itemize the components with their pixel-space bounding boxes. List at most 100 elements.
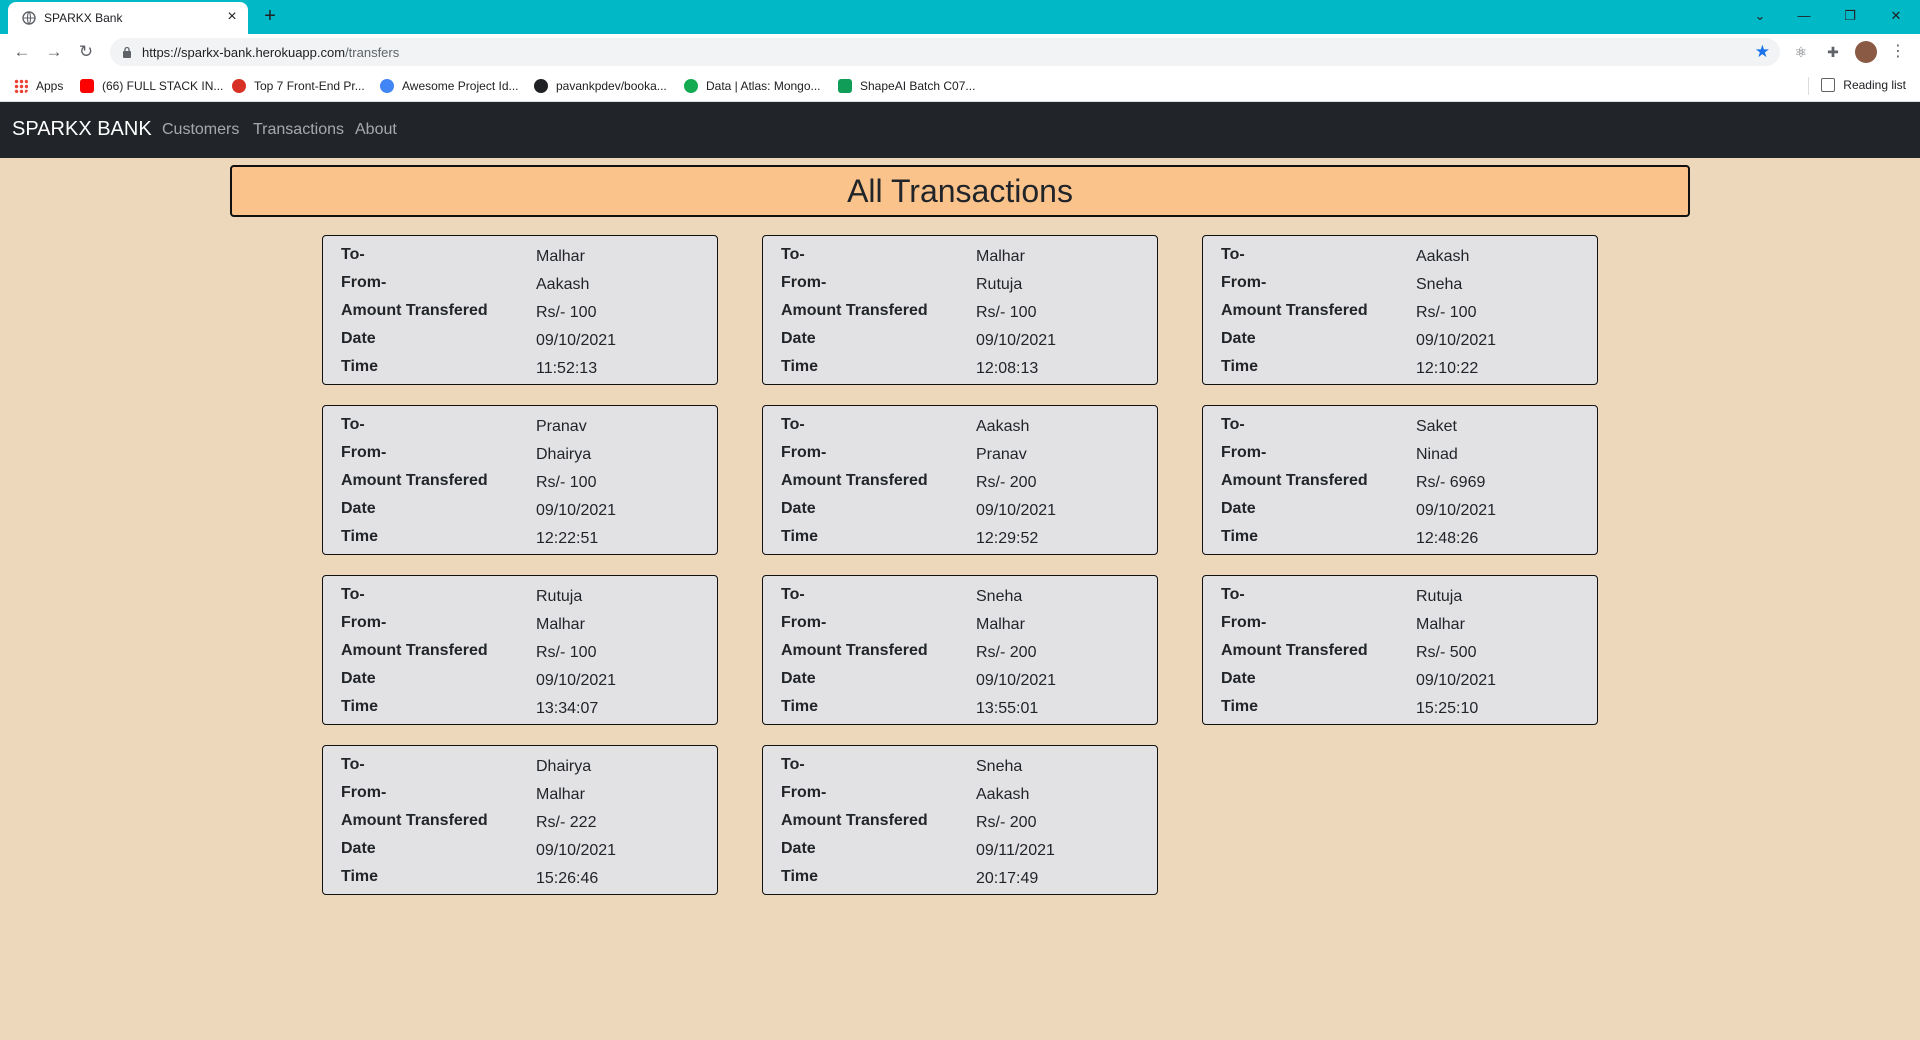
to-value: Aakash: [1416, 248, 1470, 265]
time-label: Time: [781, 698, 819, 715]
time-row: Time 12:29:52: [781, 528, 1151, 556]
nav-link-customers[interactable]: Customers: [162, 121, 239, 139]
time-row: Time 13:55:01: [781, 698, 1151, 726]
from-label: From-: [1221, 614, 1267, 631]
amount-row: Amount Transfered Rs/- 100: [781, 302, 1151, 330]
amount-row: Amount Transfered Rs/- 200: [781, 472, 1151, 500]
from-row: From- Malhar: [1221, 614, 1591, 642]
amount-value: Rs/- 222: [536, 814, 597, 831]
date-label: Date: [341, 500, 376, 517]
from-value: Malhar: [1416, 616, 1465, 633]
bookmark-frontend[interactable]: Top 7 Front-End Pr...: [232, 78, 365, 94]
menu-kebab-icon[interactable]: ⋮: [1890, 42, 1906, 62]
bookmark-star-icon[interactable]: ★: [1755, 42, 1770, 62]
date-row: Date 09/10/2021: [1221, 500, 1591, 528]
bookmark-atlas[interactable]: Data | Atlas: Mongo...: [684, 78, 821, 94]
bookmark-label: Awesome Project Id...: [402, 79, 519, 93]
date-value: 09/10/2021: [536, 502, 617, 519]
time-row: Time 12:22:51: [341, 528, 711, 556]
amount-value: Rs/- 100: [536, 474, 597, 491]
bookmark-shapeai[interactable]: ShapeAI Batch C07...: [838, 78, 975, 94]
transaction-card: To- Malhar From- Rutuja Amount Transfered R…: [762, 235, 1158, 385]
bookmark-awesome[interactable]: Awesome Project Id...: [380, 78, 519, 94]
bookmark-label: Data | Atlas: Mongo...: [706, 79, 821, 93]
bookmark-apps[interactable]: Apps: [14, 78, 63, 94]
nav-link-transactions[interactable]: Transactions: [253, 121, 344, 139]
lightning-icon: [232, 79, 246, 93]
amount-value: Rs/- 6969: [1416, 474, 1486, 491]
to-row: To- Rutuja: [341, 586, 711, 614]
reload-icon[interactable]: ↻: [74, 40, 98, 64]
mongodb-leaf-icon: [684, 79, 698, 93]
time-value: 11:52:13: [536, 360, 598, 377]
transaction-card: To- Malhar From- Aakash Amount Transfered R…: [322, 235, 718, 385]
bookmark-youtube[interactable]: (66) FULL STACK IN...: [80, 78, 223, 94]
to-value: Aakash: [976, 418, 1030, 435]
date-row: Date 09/11/2021: [781, 840, 1151, 868]
bookmark-label: ShapeAI Batch C07...: [860, 79, 976, 93]
amount-label: Amount Transfered: [781, 642, 928, 659]
time-value: 12:10:22: [1416, 360, 1479, 377]
lock-icon: [123, 46, 131, 58]
to-row: To- Aakash: [1221, 246, 1591, 274]
date-value: 09/10/2021: [976, 672, 1057, 689]
reading-list-label: Reading list: [1843, 78, 1906, 92]
time-label: Time: [341, 868, 379, 885]
time-label: Time: [341, 698, 379, 715]
bookmark-github[interactable]: pavankpdev/booka...: [534, 78, 667, 94]
to-value: Saket: [1416, 418, 1457, 435]
date-value: 09/10/2021: [536, 672, 617, 689]
from-label: From-: [781, 614, 827, 631]
from-row: From- Ninad: [1221, 444, 1591, 472]
date-row: Date 09/10/2021: [341, 840, 711, 868]
back-icon[interactable]: ←: [10, 40, 34, 64]
date-label: Date: [1221, 500, 1256, 517]
time-label: Time: [341, 358, 379, 375]
from-value: Malhar: [976, 616, 1025, 633]
amount-value: Rs/- 200: [976, 814, 1037, 831]
date-label: Date: [781, 500, 816, 517]
to-label: To-: [341, 586, 365, 603]
to-row: To- Aakash: [781, 416, 1151, 444]
time-value: 12:22:51: [536, 530, 599, 547]
amount-row: Amount Transfered Rs/- 6969: [1221, 472, 1591, 500]
from-label: From-: [341, 784, 387, 801]
brand-logo-text[interactable]: SPARKX BANK: [12, 118, 152, 141]
to-label: To-: [781, 586, 805, 603]
address-bar[interactable]: https://sparkx-bank.herokuapp.com/transf…: [110, 38, 1780, 66]
date-value: 09/10/2021: [536, 332, 617, 349]
date-label: Date: [341, 330, 376, 347]
tab-search-icon[interactable]: ⌄: [1746, 4, 1774, 28]
time-row: Time 11:52:13: [341, 358, 711, 386]
time-row: Time 15:25:10: [1221, 698, 1591, 726]
profile-avatar[interactable]: [1855, 41, 1877, 63]
extensions-puzzle-icon[interactable]: ✚: [1823, 42, 1843, 62]
time-row: Time 12:48:26: [1221, 528, 1591, 556]
time-value: 20:17:49: [976, 870, 1039, 887]
minimize-button[interactable]: —: [1790, 4, 1818, 28]
from-value: Aakash: [536, 276, 590, 293]
to-value: Dhairya: [536, 758, 592, 775]
restore-button[interactable]: ❐: [1836, 4, 1864, 28]
close-window-button[interactable]: ✕: [1882, 4, 1910, 28]
time-label: Time: [781, 528, 819, 545]
amount-label: Amount Transfered: [781, 812, 928, 829]
date-row: Date 09/10/2021: [341, 500, 711, 528]
transaction-card: To- Rutuja From- Malhar Amount Transfered R…: [322, 575, 718, 725]
from-label: From-: [781, 784, 827, 801]
reading-list-button[interactable]: Reading list: [1821, 78, 1906, 92]
globe-icon: [22, 11, 36, 25]
to-row: To- Pranav: [341, 416, 711, 444]
amount-row: Amount Transfered Rs/- 200: [781, 812, 1151, 840]
forward-icon[interactable]: →: [42, 40, 66, 64]
time-value: 12:48:26: [1416, 530, 1479, 547]
close-icon[interactable]: ×: [224, 9, 240, 25]
from-value: Dhairya: [536, 446, 592, 463]
new-tab-button[interactable]: +: [258, 4, 282, 28]
date-label: Date: [1221, 670, 1256, 687]
nav-link-about[interactable]: About: [355, 121, 397, 139]
time-row: Time 12:08:13: [781, 358, 1151, 386]
browser-tab[interactable]: SPARKX Bank ×: [8, 2, 248, 34]
react-devtools-icon[interactable]: ⚛: [1791, 42, 1811, 62]
transaction-card: To- Saket From- Ninad Amount Transfered Rs/…: [1202, 405, 1598, 555]
